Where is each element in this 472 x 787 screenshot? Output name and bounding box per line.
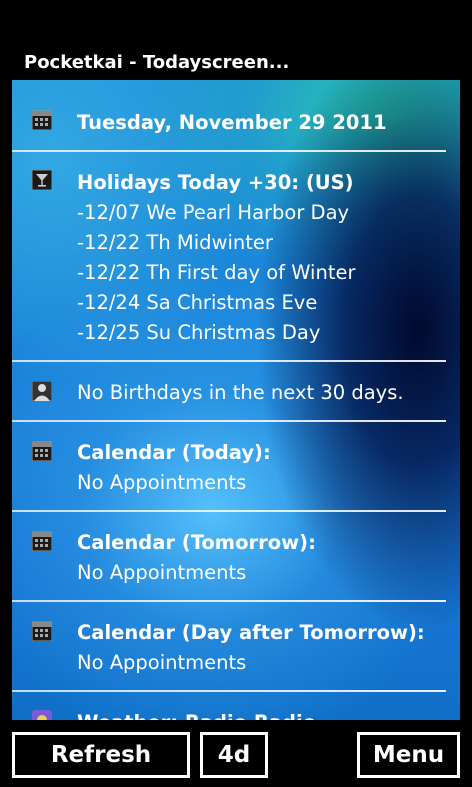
divider <box>12 420 446 422</box>
calendar-tomorrow-text: No Appointments <box>77 561 247 584</box>
divider <box>12 150 446 152</box>
birthdays-text: No Birthdays in the next 30 days. <box>77 381 404 404</box>
holiday-item: -12/07 We Pearl Harbor Day <box>77 201 350 224</box>
calendar-icon <box>32 441 52 461</box>
holiday-item: -12/24 Sa Christmas Eve <box>77 291 318 314</box>
divider <box>12 360 446 362</box>
holiday-item: -12/22 Th Midwinter <box>77 231 273 254</box>
calendar-day-after-heading: Calendar (Day after Tomorrow): <box>77 621 425 644</box>
calendar-day-after-text: No Appointments <box>77 651 247 674</box>
martini-glass-icon <box>32 170 52 190</box>
divider <box>12 600 446 602</box>
weather-heading: Weather: Radio Radio <box>77 708 316 720</box>
holiday-item: -12/25 Su Christmas Day <box>77 321 321 344</box>
divider <box>12 510 446 512</box>
menu-button[interactable]: Menu <box>357 732 460 778</box>
calendar-icon <box>32 110 52 130</box>
app-title: Pocketkai - Todayscreen... <box>24 52 290 73</box>
range-button[interactable]: 4d <box>200 732 268 778</box>
calendar-today-text: No Appointments <box>77 471 247 494</box>
holiday-item: -12/22 Th First day of Winter <box>77 261 356 284</box>
current-date: Tuesday, November 29 2011 <box>77 111 387 134</box>
person-icon <box>32 381 52 401</box>
calendar-tomorrow-heading: Calendar (Tomorrow): <box>77 531 316 554</box>
divider <box>12 690 446 692</box>
today-screen-panel: Tuesday, November 29 2011 Holidays Today… <box>12 80 460 720</box>
calendar-icon <box>32 531 52 551</box>
calendar-icon <box>32 621 52 641</box>
calendar-today-heading: Calendar (Today): <box>77 441 271 464</box>
refresh-button[interactable]: Refresh <box>12 732 190 778</box>
holidays-heading: Holidays Today +30: (US) <box>77 171 354 194</box>
weather-icon <box>32 710 52 720</box>
